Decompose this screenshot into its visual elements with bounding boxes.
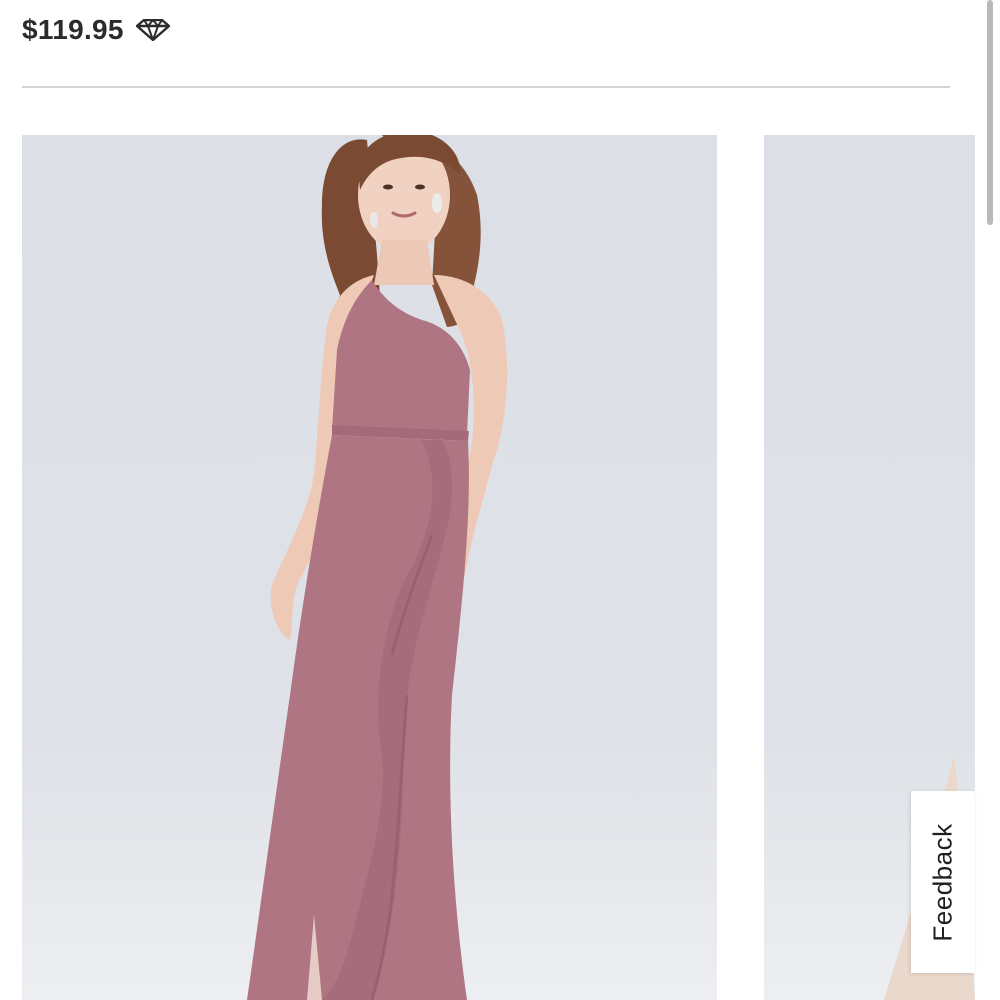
price-row: $119.95	[22, 8, 170, 52]
product-page: $119.95 Feedback	[0, 0, 1000, 1000]
divider	[22, 86, 950, 88]
feedback-label: Feedback	[927, 822, 958, 942]
feedback-button[interactable]: Feedback	[911, 791, 975, 973]
scrollbar[interactable]	[986, 0, 994, 1000]
product-image-main[interactable]	[22, 135, 717, 1000]
product-image-carousel[interactable]	[0, 135, 975, 1000]
scrollbar-thumb[interactable]	[987, 0, 993, 225]
product-price: $119.95	[22, 14, 124, 45]
model-illustration	[247, 135, 508, 1000]
diamond-icon	[135, 19, 170, 41]
